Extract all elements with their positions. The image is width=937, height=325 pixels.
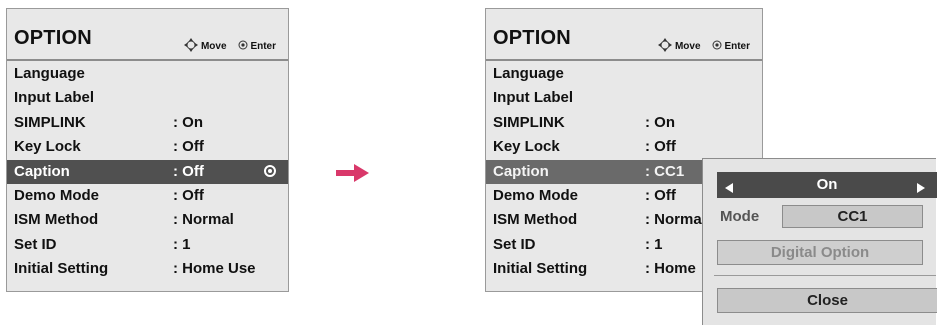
menu-item-label: Language	[493, 65, 564, 82]
menu-item-label: Key Lock	[493, 138, 560, 156]
popup-divider	[714, 275, 936, 276]
menu-header: OPTION Move Enter	[7, 9, 288, 59]
enter-hint-label: Enter	[250, 41, 276, 52]
right-arrow-icon	[336, 163, 370, 188]
menu-item-input-label[interactable]: Input Label	[486, 86, 762, 110]
enter-hint-label: Enter	[724, 41, 750, 52]
menu-item-value: : Home	[645, 260, 696, 278]
menu-item-label: Input Label	[493, 89, 573, 107]
menu-item-value: : Norma	[645, 211, 702, 229]
caption-popup: On Mode CC1 Digital Option Close	[702, 158, 937, 325]
triangle-right-icon[interactable]	[916, 180, 925, 197]
menu-item-caption[interactable]: Caption : Off	[7, 159, 288, 184]
menu-item-demo-mode[interactable]: Demo Mode : Off	[7, 184, 288, 208]
enter-circle-icon	[238, 40, 248, 53]
menu-item-value: : On	[173, 113, 203, 131]
menu-item-value: : Off	[173, 162, 204, 180]
move-hint-label: Move	[674, 41, 701, 52]
menu-item-language[interactable]: Language	[486, 62, 762, 86]
move-hint-label: Move	[200, 41, 227, 52]
enter-circle-icon	[712, 40, 722, 53]
menu-item-value: : 1	[173, 235, 191, 253]
digital-option-button[interactable]: Digital Option	[717, 240, 923, 265]
menu-item-value: : Off	[173, 186, 204, 204]
menu-item-value: : Off	[173, 138, 204, 156]
menu-item-label: ISM Method	[493, 211, 578, 229]
menu-item-label: Set ID	[493, 235, 536, 253]
menu-item-label: Language	[14, 65, 85, 82]
menu-item-value: : Off	[645, 186, 676, 204]
menu-item-input-label[interactable]: Input Label	[7, 86, 288, 110]
mode-label: Mode	[720, 208, 760, 225]
menu-item-label: Input Label	[14, 89, 94, 107]
menu-item-simplink[interactable]: SIMPLINK : On	[486, 111, 762, 135]
menu-item-label: Caption	[493, 162, 549, 180]
menu-item-key-lock[interactable]: Key Lock : Off	[7, 135, 288, 159]
menu-item-key-lock[interactable]: Key Lock : Off	[486, 135, 762, 159]
header-divider	[486, 59, 762, 61]
four-way-arrow-icon	[184, 38, 199, 55]
four-way-arrow-icon	[658, 38, 673, 55]
menu-item-label: Initial Setting	[493, 260, 588, 278]
menu-item-ism-method[interactable]: ISM Method : Normal	[7, 208, 288, 232]
menu-item-value: : Off	[645, 138, 676, 156]
menu-item-value: : 1	[645, 235, 663, 253]
menu-item-label: SIMPLINK	[493, 113, 565, 131]
option-menu-left: OPTION Move Enter Language Input Label S…	[6, 8, 289, 292]
menu-item-label: SIMPLINK	[14, 113, 86, 131]
close-button[interactable]: Close	[717, 288, 937, 313]
menu-item-value: : Home Use	[173, 260, 256, 278]
menu-list: Language Input Label SIMPLINK : On Key L…	[7, 62, 288, 282]
menu-item-set-id[interactable]: Set ID : 1	[7, 233, 288, 257]
menu-item-simplink[interactable]: SIMPLINK : On	[7, 111, 288, 135]
menu-title: OPTION	[493, 27, 571, 49]
caption-toggle-value: On	[816, 176, 838, 193]
menu-item-label: ISM Method	[14, 211, 99, 229]
menu-title: OPTION	[14, 27, 92, 49]
menu-item-label: Key Lock	[14, 138, 81, 156]
header-divider	[7, 59, 288, 61]
menu-item-value: : On	[645, 113, 675, 131]
menu-item-initial-setting[interactable]: Initial Setting : Home Use	[7, 257, 288, 281]
menu-item-label: Caption	[14, 162, 70, 180]
nav-hint: Move Enter	[184, 38, 276, 55]
menu-item-value: : CC1	[645, 162, 685, 180]
menu-item-label: Set ID	[14, 235, 57, 253]
menu-item-language[interactable]: Language	[7, 62, 288, 86]
menu-item-label: Initial Setting	[14, 260, 109, 278]
radio-selected-icon	[264, 164, 276, 177]
menu-item-value: : Normal	[173, 211, 234, 229]
menu-item-label: Demo Mode	[493, 186, 579, 204]
mode-select[interactable]: CC1	[782, 205, 923, 228]
caption-toggle[interactable]: On	[717, 172, 937, 198]
menu-header: OPTION Move Enter	[486, 9, 762, 59]
nav-hint: Move Enter	[658, 38, 750, 55]
menu-item-label: Demo Mode	[14, 186, 100, 204]
